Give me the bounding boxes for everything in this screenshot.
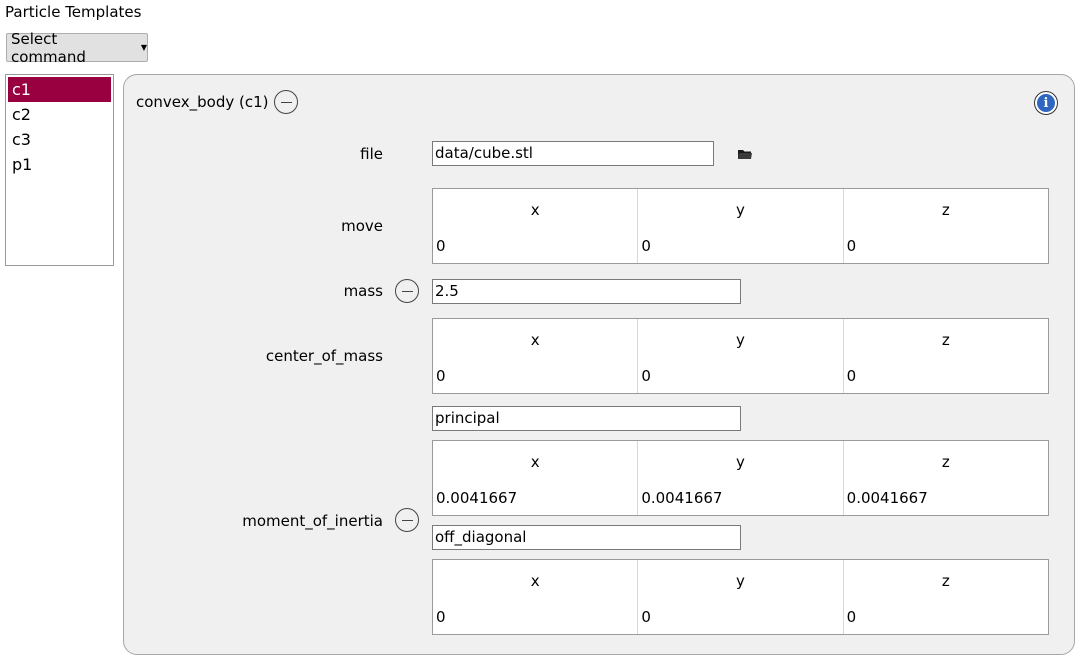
off-diagonal-x-value[interactable]: 0	[436, 608, 446, 626]
off-diagonal-input[interactable]: off_diagonal	[432, 525, 741, 550]
move-y-value[interactable]: 0	[641, 237, 651, 255]
com-y-value[interactable]: 0	[641, 367, 651, 385]
remove-moment-of-inertia-button[interactable]	[395, 508, 419, 532]
center-of-mass-label: center_of_mass	[265, 347, 383, 365]
com-x-header: x	[530, 331, 540, 349]
select-command-dropdown[interactable]: Select command ▼	[6, 30, 148, 66]
mass-input[interactable]: 2.5	[432, 279, 741, 304]
principal-y-value[interactable]: 0.0041667	[641, 489, 722, 507]
file-input[interactable]: data/cube.stl	[432, 141, 714, 166]
principal-x-header: x	[530, 453, 540, 471]
off-diagonal-x-header: x	[530, 572, 540, 590]
move-x-header: x	[530, 201, 540, 219]
info-button[interactable]: i	[1034, 91, 1058, 115]
select-command-label: Select command	[11, 29, 86, 66]
move-x-value[interactable]: 0	[436, 237, 446, 255]
list-item[interactable]: c1	[8, 77, 111, 102]
remove-template-button[interactable]	[274, 90, 298, 114]
principal-x-value[interactable]: 0.0041667	[436, 489, 517, 507]
folder-icon	[738, 150, 752, 159]
minus-circle-icon	[280, 101, 292, 103]
principal-vector: x 0.0041667 y 0.0041667 z 0.0041667	[432, 440, 1049, 516]
info-icon: i	[1037, 94, 1055, 112]
com-x-value[interactable]: 0	[436, 367, 446, 385]
center-of-mass-vector: x 0 y 0 z 0	[432, 318, 1049, 394]
principal-z-header: z	[941, 453, 950, 471]
principal-input[interactable]: principal	[432, 406, 741, 431]
panel-title: convex_body (c1)	[136, 93, 269, 111]
dropdown-arrow-icon: ▼	[140, 42, 147, 52]
moment-of-inertia-label: moment_of_inertia	[242, 512, 383, 530]
principal-z-value[interactable]: 0.0041667	[847, 489, 928, 507]
off-diagonal-z-value[interactable]: 0	[847, 608, 857, 626]
list-item[interactable]: p1	[8, 152, 111, 177]
list-item[interactable]: c2	[8, 102, 111, 127]
move-label: move	[341, 217, 383, 235]
com-z-value[interactable]: 0	[847, 367, 857, 385]
move-z-header: z	[941, 201, 950, 219]
list-item[interactable]: c3	[8, 127, 111, 152]
browse-file-button[interactable]	[736, 146, 754, 162]
com-y-header: y	[736, 331, 745, 349]
off-diagonal-vector: x 0 y 0 z 0	[432, 559, 1049, 635]
move-vector: x 0 y 0 z 0	[432, 188, 1049, 264]
off-diagonal-y-value[interactable]: 0	[641, 608, 651, 626]
move-z-value[interactable]: 0	[847, 237, 857, 255]
minus-circle-icon	[401, 290, 413, 292]
remove-mass-button[interactable]	[395, 279, 419, 303]
template-list[interactable]: c1 c2 c3 p1	[5, 74, 114, 266]
principal-y-header: y	[736, 453, 745, 471]
mass-label: mass	[343, 282, 383, 300]
move-y-header: y	[736, 201, 745, 219]
file-label: file	[360, 145, 383, 163]
off-diagonal-y-header: y	[736, 572, 745, 590]
minus-circle-icon	[401, 519, 413, 521]
off-diagonal-z-header: z	[941, 572, 950, 590]
com-z-header: z	[941, 331, 950, 349]
page-title: Particle Templates	[5, 3, 142, 21]
